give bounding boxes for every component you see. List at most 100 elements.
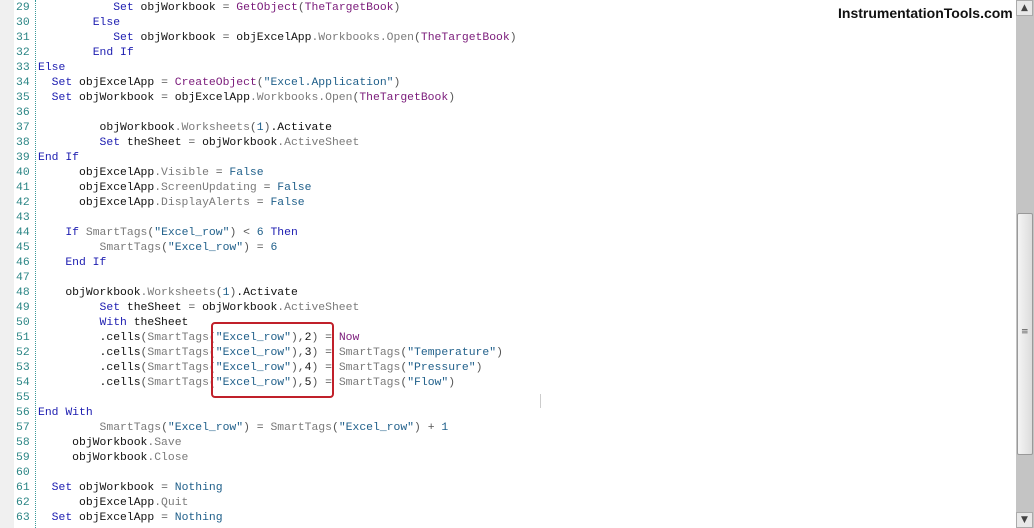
code-token: With <box>99 317 127 329</box>
code-token: ) <box>509 32 517 44</box>
code-token: Then <box>270 227 298 239</box>
code-token: = <box>161 92 168 104</box>
line-number: 47 <box>16 272 30 284</box>
line-number: 30 <box>16 17 30 29</box>
code-token: .Save <box>147 437 182 449</box>
code-token: theSheet <box>120 137 189 149</box>
line-number: 43 <box>16 212 30 224</box>
code-token: objWorkbook <box>133 32 223 44</box>
code-token: ( <box>161 422 168 434</box>
code-token: = <box>208 167 230 179</box>
line-number: 35 <box>16 92 30 104</box>
code-token: objWorkbook <box>38 452 148 464</box>
code-token: SmartTags <box>270 422 332 434</box>
code-token: .Workbooks.Open <box>311 32 415 44</box>
code-token: Nothing <box>174 512 223 524</box>
scroll-up-icon[interactable]: ▲ <box>1016 0 1033 16</box>
line-number: 51 <box>16 332 30 344</box>
scroll-down-icon[interactable]: ▼ <box>1016 512 1033 528</box>
code-token: objWorkbook <box>38 287 141 299</box>
code-token: TheTargetBook <box>304 2 394 14</box>
line-text: Set objWorkbook = objExcelApp.Workbooks.… <box>38 91 455 106</box>
code-token: = <box>249 197 271 209</box>
code-token: SmartTags <box>338 347 401 359</box>
line-number: 56 <box>16 407 30 419</box>
code-token: ) + <box>414 422 442 434</box>
code-token: "Excel_row" <box>167 422 244 434</box>
code-token: objWorkbook <box>72 482 162 494</box>
code-token: Set <box>51 482 73 494</box>
code-token: Now <box>338 332 360 344</box>
code-token: SmartTags <box>85 227 148 239</box>
code-token: 6 <box>270 242 278 254</box>
line-number: 42 <box>16 197 30 209</box>
line-number: 38 <box>16 137 30 149</box>
code-token: objWorkbook <box>133 2 223 14</box>
code-token: .ActiveSheet <box>277 302 360 314</box>
code-token: If <box>65 227 80 239</box>
code-token: Nothing <box>174 482 223 494</box>
code-token: CreateObject <box>174 77 257 89</box>
line-number: 40 <box>16 167 30 179</box>
code-token: .Activate <box>236 287 298 299</box>
line-number: 34 <box>16 77 30 89</box>
code-token: theSheet <box>120 302 189 314</box>
line-text: objExcelApp.ScreenUpdating = False <box>38 181 311 196</box>
line-number: 41 <box>16 182 30 194</box>
code-token: SmartTags <box>147 362 209 374</box>
highlight-box <box>211 322 334 398</box>
code-token: "Excel_row" <box>154 227 230 239</box>
code-token: End If <box>65 257 107 269</box>
code-token: .Worksheets <box>140 287 216 299</box>
code-token: .cells <box>38 362 141 374</box>
code-token: .Activate <box>270 122 332 134</box>
line-number: 62 <box>16 497 30 509</box>
code-token: Set <box>113 32 134 44</box>
grip-icon: ≡ <box>1021 327 1029 337</box>
watermark-brand: InstrumentationTools.com <box>838 5 1013 21</box>
code-token: .ScreenUpdating <box>154 182 257 194</box>
code-token: Set <box>51 77 73 89</box>
code-token: objExcelApp <box>38 497 155 509</box>
code-token: "Temperature" <box>407 347 497 359</box>
code-token: SmartTags <box>338 362 401 374</box>
line-number: 45 <box>16 242 30 254</box>
code-token: objExcelApp <box>72 512 162 524</box>
line-number: 32 <box>16 47 30 59</box>
line-number: 49 <box>16 302 30 314</box>
code-token: Set <box>51 92 73 104</box>
line-text: With theSheet <box>38 316 189 331</box>
code-token: GetObject <box>236 2 298 14</box>
line-number: 53 <box>16 362 30 374</box>
code-token: theSheet <box>126 317 189 329</box>
code-token: SmartTags <box>147 332 209 344</box>
line-text: objExcelApp.Visible = False <box>38 166 264 181</box>
line-number: 39 <box>16 152 30 164</box>
line-text: Else <box>38 61 65 76</box>
line-number: 33 <box>16 62 30 74</box>
line-text: objWorkbook.Worksheets(1).Activate <box>38 286 298 301</box>
code-token: 6 <box>256 227 264 239</box>
code-token: ) < <box>229 227 257 239</box>
line-number: 48 <box>16 287 30 299</box>
code-token: ( <box>249 122 257 134</box>
code-token: ( <box>256 77 264 89</box>
vertical-scrollbar[interactable]: ▲ ≡ ▼ <box>1016 0 1034 528</box>
code-token: Else <box>38 62 66 74</box>
line-text: End If <box>38 256 106 271</box>
code-token: SmartTags <box>338 377 401 389</box>
code-token: "Excel.Application" <box>263 77 394 89</box>
code-token: objExcelApp <box>72 77 162 89</box>
code-token: .Close <box>147 452 189 464</box>
line-text: Set objWorkbook = Nothing <box>38 481 223 496</box>
gutter-divider <box>35 0 36 528</box>
scrollbar-thumb[interactable]: ≡ <box>1017 213 1033 455</box>
line-text: objWorkbook.Save <box>38 436 182 451</box>
code-token: ) = <box>243 422 271 434</box>
code-token: ( <box>297 2 305 14</box>
